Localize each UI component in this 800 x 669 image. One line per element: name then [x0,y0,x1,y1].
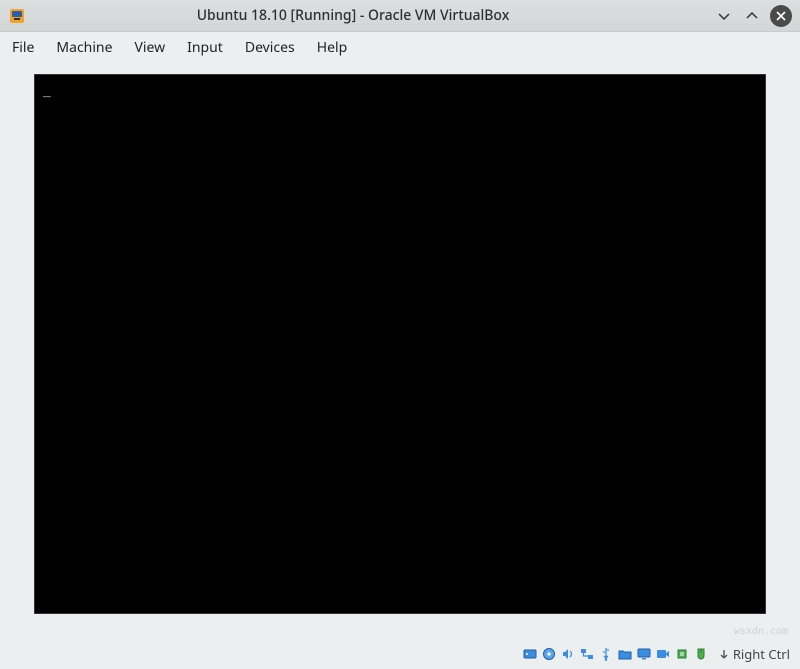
titlebar: Ubuntu 18.10 [Running] - Oracle VM Virtu… [0,0,800,32]
menu-view[interactable]: View [132,34,167,61]
window-title: Ubuntu 18.10 [Running] - Oracle VM Virtu… [0,6,714,25]
keyboard-arrow-icon [718,648,730,660]
statusbar: Right Ctrl [522,645,790,663]
close-button[interactable] [770,5,792,27]
host-key-indicator[interactable]: Right Ctrl [718,645,790,663]
recording-icon[interactable] [655,646,671,662]
optical-drive-icon[interactable] [541,646,557,662]
cpu-icon[interactable] [674,646,690,662]
minimize-button[interactable] [714,6,734,26]
network-icon[interactable] [579,646,595,662]
hard-disk-icon[interactable] [522,646,538,662]
menubar: File Machine View Input Devices Help [0,32,800,62]
shared-folders-icon[interactable] [617,646,633,662]
usb-icon[interactable] [598,646,614,662]
display-icon[interactable] [636,646,652,662]
vm-text-cursor: _ [43,83,51,98]
menu-devices[interactable]: Devices [243,34,297,61]
audio-icon[interactable] [560,646,576,662]
menu-machine[interactable]: Machine [54,34,114,61]
menu-file[interactable]: File [10,34,36,61]
window-controls [714,5,792,27]
maximize-button[interactable] [742,6,762,26]
menu-input[interactable]: Input [185,34,225,61]
vm-display[interactable]: _ [34,74,766,614]
mouse-integration-icon[interactable] [693,646,709,662]
host-key-label: Right Ctrl [733,645,790,663]
menu-help[interactable]: Help [315,34,350,61]
watermark: wsxdn.com [734,626,788,637]
